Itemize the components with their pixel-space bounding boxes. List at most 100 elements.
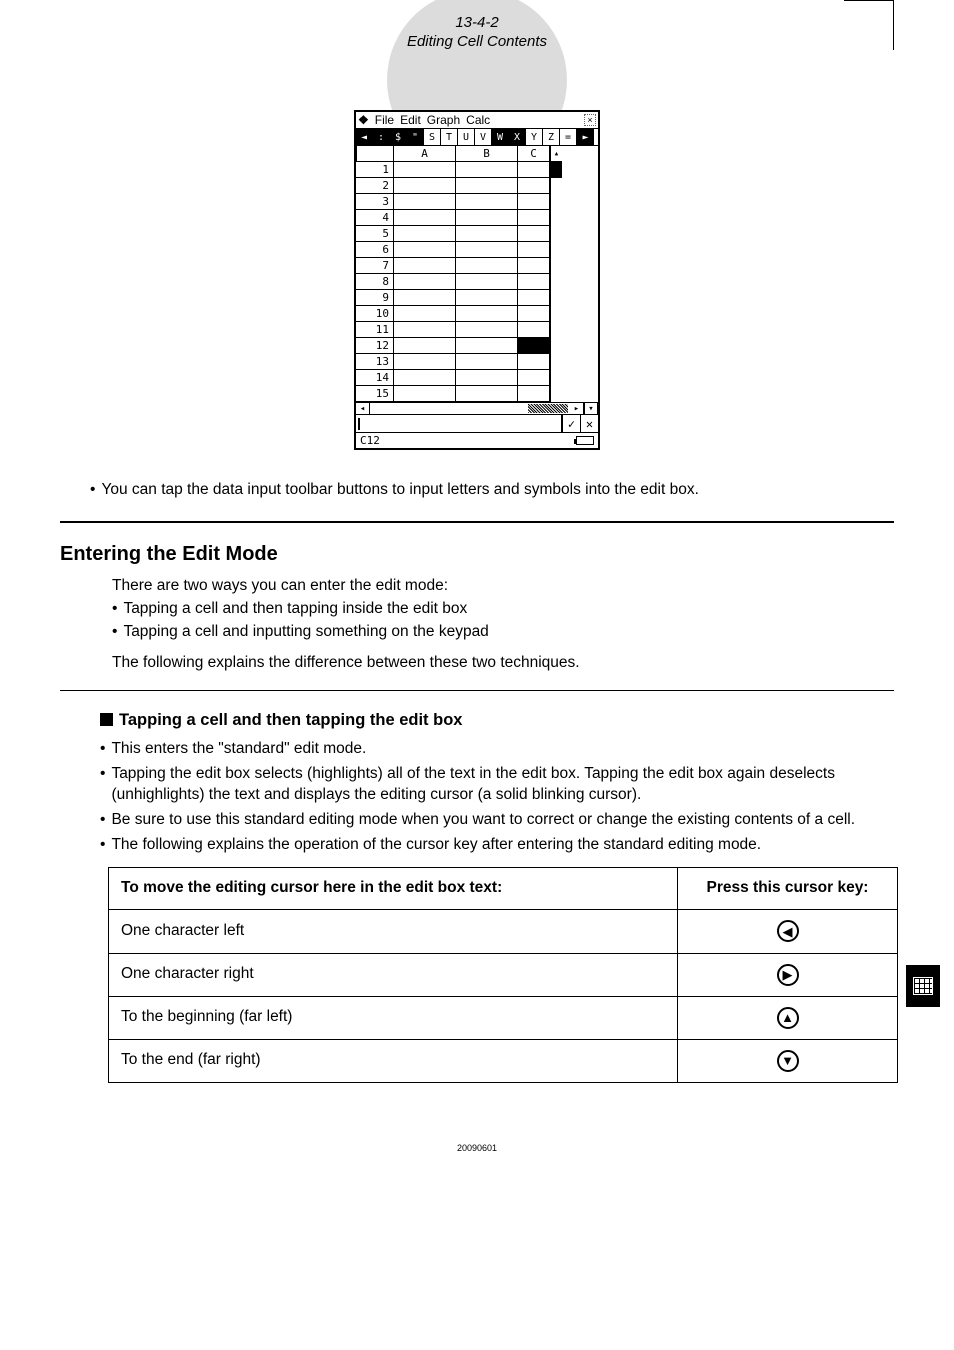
cell[interactable]: [456, 274, 518, 290]
row-header[interactable]: 7: [356, 258, 394, 274]
row-header[interactable]: 2: [356, 178, 394, 194]
col-header-a[interactable]: A: [394, 146, 456, 162]
cell[interactable]: [518, 354, 550, 370]
cell[interactable]: [456, 210, 518, 226]
cell[interactable]: [394, 338, 456, 354]
row-header[interactable]: 14: [356, 370, 394, 386]
row-header[interactable]: 13: [356, 354, 394, 370]
vertical-scrollbar-track[interactable]: [550, 178, 562, 194]
toolbar-button[interactable]: Y: [526, 129, 543, 145]
vertical-scrollbar-track[interactable]: [550, 162, 562, 178]
toolbar-button[interactable]: ◄: [356, 129, 373, 145]
cell[interactable]: [456, 178, 518, 194]
cell[interactable]: [394, 322, 456, 338]
menu-file[interactable]: File: [375, 113, 394, 127]
cell[interactable]: [456, 162, 518, 178]
toolbar-button[interactable]: =: [560, 129, 577, 145]
toolbar-button[interactable]: ►: [577, 129, 594, 145]
cell[interactable]: [456, 370, 518, 386]
toolbar-button[interactable]: :: [373, 129, 390, 145]
cell[interactable]: [394, 370, 456, 386]
scroll-up-button[interactable]: ▴: [550, 146, 562, 162]
toolbar-button[interactable]: Z: [543, 129, 560, 145]
col-header-c[interactable]: C: [518, 146, 550, 162]
vertical-scrollbar-track[interactable]: [550, 386, 562, 402]
cell[interactable]: [456, 386, 518, 402]
cell[interactable]: [394, 258, 456, 274]
vertical-scrollbar-track[interactable]: [550, 194, 562, 210]
scroll-left-button[interactable]: ◂: [356, 403, 370, 414]
vertical-scrollbar-track[interactable]: [550, 338, 562, 354]
cell[interactable]: [394, 226, 456, 242]
cell[interactable]: [518, 274, 550, 290]
cell[interactable]: [518, 242, 550, 258]
vertical-scrollbar-track[interactable]: [550, 226, 562, 242]
app-menu-icon[interactable]: ❖: [358, 113, 369, 127]
toolbar-button[interactable]: X: [509, 129, 526, 145]
cell[interactable]: [456, 354, 518, 370]
cell[interactable]: [394, 178, 456, 194]
cell[interactable]: [518, 162, 550, 178]
scroll-down-button[interactable]: ▾: [584, 403, 598, 414]
scroll-right-button[interactable]: ▸: [570, 403, 584, 414]
cell[interactable]: [394, 162, 456, 178]
row-header[interactable]: 5: [356, 226, 394, 242]
cell[interactable]: [394, 306, 456, 322]
menu-edit[interactable]: Edit: [400, 113, 421, 127]
toolbar-button[interactable]: T: [441, 129, 458, 145]
cell[interactable]: [518, 306, 550, 322]
row-header[interactable]: 9: [356, 290, 394, 306]
vertical-scrollbar-track[interactable]: [550, 370, 562, 386]
row-header[interactable]: 3: [356, 194, 394, 210]
cell[interactable]: [518, 322, 550, 338]
cell[interactable]: [518, 226, 550, 242]
cell[interactable]: [456, 194, 518, 210]
cell[interactable]: [518, 290, 550, 306]
confirm-button[interactable]: ✓: [562, 415, 580, 432]
toolbar-button[interactable]: V: [475, 129, 492, 145]
toolbar-button[interactable]: S: [424, 129, 441, 145]
cell[interactable]: [518, 194, 550, 210]
row-header[interactable]: 15: [356, 386, 394, 402]
cell[interactable]: [456, 258, 518, 274]
cell[interactable]: [518, 338, 550, 354]
cell[interactable]: [394, 290, 456, 306]
cell[interactable]: [456, 290, 518, 306]
cell[interactable]: [456, 322, 518, 338]
toolbar-button[interactable]: ": [407, 129, 424, 145]
cell[interactable]: [394, 386, 456, 402]
cell[interactable]: [518, 370, 550, 386]
horizontal-scrollbar[interactable]: ◂ ▸ ▾: [356, 402, 598, 414]
vertical-scrollbar-track[interactable]: [550, 210, 562, 226]
row-header[interactable]: 1: [356, 162, 394, 178]
cancel-button[interactable]: ✕: [580, 415, 598, 432]
vertical-scrollbar-track[interactable]: [550, 290, 562, 306]
vertical-scrollbar-track[interactable]: [550, 322, 562, 338]
vertical-scrollbar-track[interactable]: [550, 274, 562, 290]
cell[interactable]: [394, 194, 456, 210]
cell[interactable]: [394, 274, 456, 290]
toolbar-button[interactable]: $: [390, 129, 407, 145]
toolbar-button[interactable]: W: [492, 129, 509, 145]
cell[interactable]: [518, 178, 550, 194]
cell[interactable]: [518, 210, 550, 226]
cell[interactable]: [456, 226, 518, 242]
select-all-corner[interactable]: [356, 146, 394, 162]
vertical-scrollbar-track[interactable]: [550, 242, 562, 258]
row-header[interactable]: 4: [356, 210, 394, 226]
row-header[interactable]: 12: [356, 338, 394, 354]
cell[interactable]: [456, 338, 518, 354]
vertical-scrollbar-track[interactable]: [550, 306, 562, 322]
row-header[interactable]: 10: [356, 306, 394, 322]
col-header-b[interactable]: B: [456, 146, 518, 162]
edit-box[interactable]: [356, 415, 562, 432]
cell[interactable]: [394, 242, 456, 258]
vertical-scrollbar-track[interactable]: [550, 354, 562, 370]
row-header[interactable]: 8: [356, 274, 394, 290]
toolbar-button[interactable]: U: [458, 129, 475, 145]
close-icon[interactable]: ×: [584, 114, 596, 126]
menu-calc[interactable]: Calc: [466, 113, 490, 127]
cell[interactable]: [456, 306, 518, 322]
cell[interactable]: [518, 258, 550, 274]
row-header[interactable]: 6: [356, 242, 394, 258]
